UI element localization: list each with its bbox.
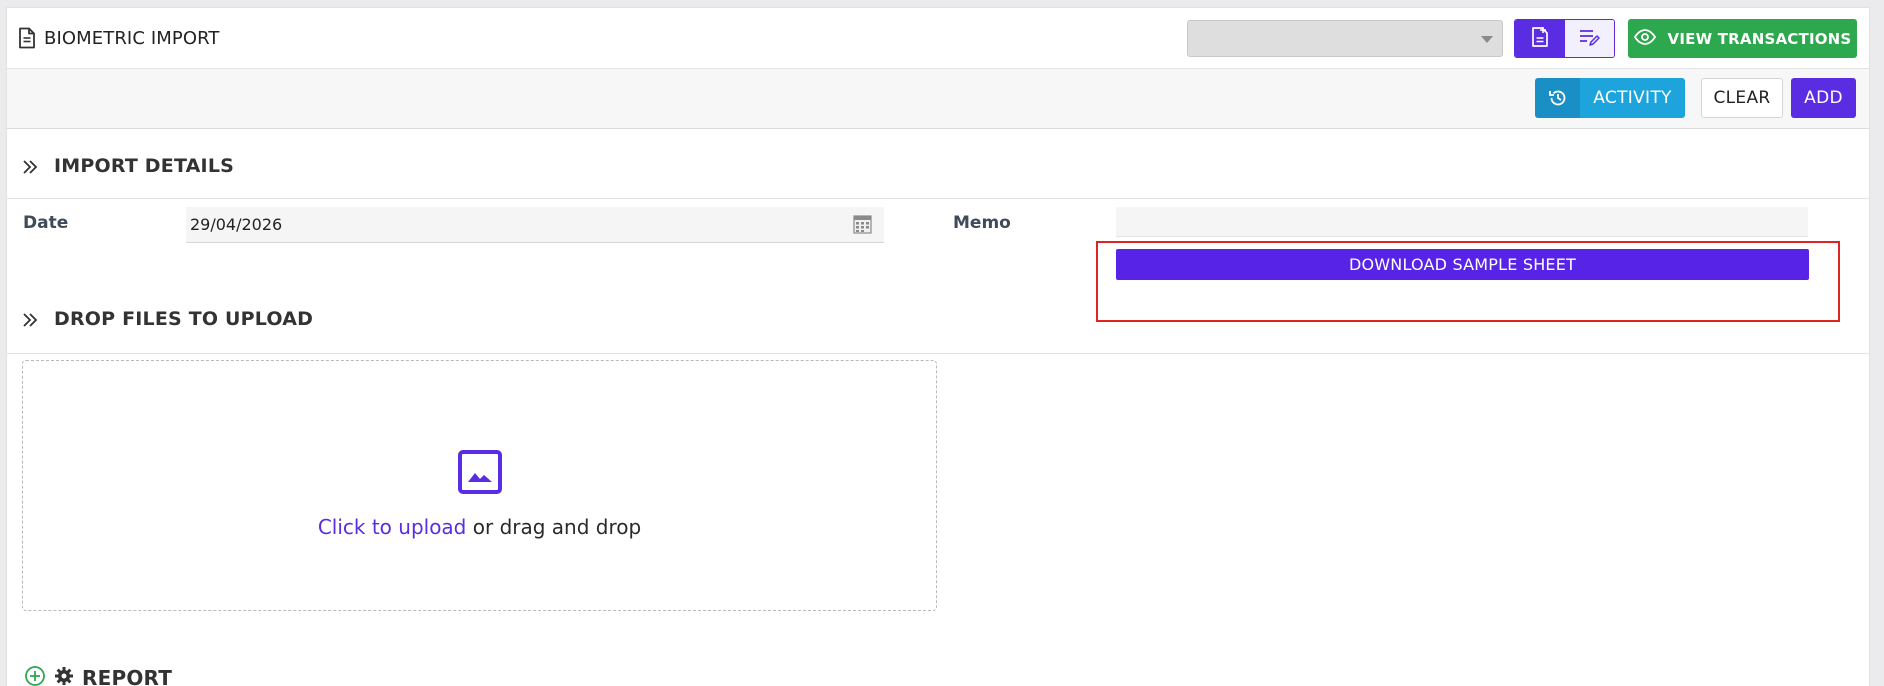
page-title: BIOMETRIC IMPORT <box>44 27 220 49</box>
file-dropzone[interactable]: Click to upload or drag and drop <box>22 360 937 611</box>
edit-list-icon <box>1578 27 1600 51</box>
activity-label: ACTIVITY <box>1580 78 1685 118</box>
calendar-icon[interactable] <box>853 215 872 238</box>
edit-list-button[interactable] <box>1564 20 1614 57</box>
view-mode-toggle <box>1514 19 1615 58</box>
page-title-group: BIOMETRIC IMPORT <box>17 27 219 49</box>
main-panel: BIOMETRIC IMPORT VIEW TRANSACTIONS ACTIV… <box>6 7 1871 686</box>
import-details-title: IMPORT DETAILS <box>54 155 235 177</box>
drag-and-drop-text: or drag and drop <box>466 515 642 539</box>
report-title[interactable]: REPORT <box>82 666 172 686</box>
double-chevron-right-icon <box>22 159 38 178</box>
page-header: BIOMETRIC IMPORT VIEW TRANSACTIONS <box>7 8 1869 69</box>
add-button[interactable]: ADD <box>1791 78 1856 118</box>
date-label: Date <box>23 213 69 233</box>
import-details-header[interactable]: IMPORT DETAILS <box>7 136 1871 199</box>
activity-button[interactable]: ACTIVITY <box>1535 78 1685 118</box>
header-dropdown[interactable] <box>1187 20 1503 57</box>
dropzone-text: Click to upload or drag and drop <box>23 515 936 539</box>
click-to-upload-link[interactable]: Click to upload <box>318 515 467 539</box>
action-toolbar: ACTIVITY CLEAR ADD <box>7 69 1869 129</box>
image-icon <box>457 449 503 499</box>
double-chevron-right-icon <box>22 312 38 331</box>
new-document-button[interactable] <box>1515 20 1565 57</box>
new-document-icon <box>1530 26 1550 52</box>
eye-icon <box>1633 28 1656 49</box>
clear-button[interactable]: CLEAR <box>1701 78 1783 118</box>
gear-icon <box>54 666 74 686</box>
report-section-header: REPORT <box>24 665 172 686</box>
memo-label: Memo <box>953 213 1011 233</box>
memo-input[interactable] <box>1116 207 1808 237</box>
view-transactions-label: VIEW TRANSACTIONS <box>1667 29 1852 48</box>
plus-circle-icon[interactable] <box>24 665 46 686</box>
history-icon <box>1535 78 1580 118</box>
document-icon <box>17 27 37 49</box>
date-input[interactable]: 29/04/2026 <box>186 207 884 243</box>
view-transactions-button[interactable]: VIEW TRANSACTIONS <box>1628 19 1857 58</box>
download-sample-sheet-button[interactable]: DOWNLOAD SAMPLE SHEET <box>1116 249 1809 280</box>
drop-files-title: DROP FILES TO UPLOAD <box>54 308 314 330</box>
chevron-down-icon <box>1481 36 1493 43</box>
drop-files-header[interactable]: DROP FILES TO UPLOAD <box>7 289 1871 354</box>
